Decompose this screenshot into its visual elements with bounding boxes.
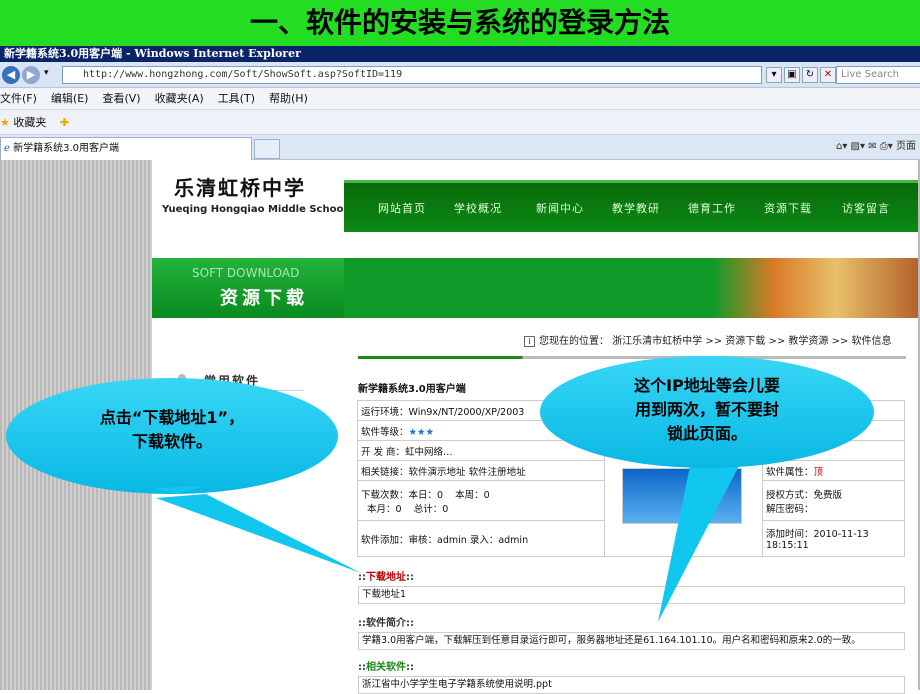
callout-left-line2: 下载软件。 [131,432,212,451]
callout-right-line3: 锁此页面。 [666,424,747,443]
breadcrumb: i 您现在的位置： 浙江乐清市虹桥中学 >> 资源下载 >> 教学资源 >> 软件… [524,332,892,347]
intro-label: 软件简介 [366,618,406,629]
callout-right-line1: 这个IP地址等会儿要 [634,376,780,395]
window-title: 新学籍系统3.0用客户端 - Windows Internet Explorer [0,46,920,62]
school-logo[interactable]: 乐清虹桥中学 [174,172,306,201]
nav-teaching[interactable]: 教学教研 [612,183,660,235]
chevron-down-icon[interactable]: ▾ [44,68,49,78]
menu-bar: 文件(F) 编辑(E) 查看(V) 收藏夹(A) 工具(T) 帮助(H) [0,88,920,110]
slide-title: 一、软件的安装与系统的登录方法 [0,0,920,46]
menu-file[interactable]: 文件(F) [0,92,37,105]
tab-label: 新学籍系统3.0用客户端 [13,143,120,154]
nav-download[interactable]: 资源下载 [764,183,812,235]
banner-english: SOFT DOWNLOAD [192,266,300,280]
menu-view[interactable]: 查看(V) [102,92,140,105]
banner-photo [712,258,918,318]
related-section: ::相关软件:: 浙江省中小学学生电子学籍系统使用说明.ppt [358,658,905,694]
home-icon[interactable]: ⌂▾ [836,141,847,152]
related-item[interactable]: 浙江省中小学学生电子学籍系统使用说明.ppt [358,676,905,694]
favorites-label[interactable]: 收藏夹 [13,116,46,129]
menu-help[interactable]: 帮助(H) [269,92,308,105]
favorites-bar: ★ 收藏夹 ✚ [0,110,920,135]
school-logo-english: Yueqing Hongqiao Middle School [162,204,347,215]
menu-tools[interactable]: 工具(T) [218,92,255,105]
back-icon[interactable]: ◀ [2,66,20,84]
new-tab-button[interactable] [254,139,280,159]
menu-favorites[interactable]: 收藏夹(A) [155,92,204,105]
banner-chinese: 资源下载 [220,288,308,309]
page-menu[interactable]: 页面 [896,141,916,152]
developer: 虹中网络… [405,446,453,458]
command-bar: ⌂▾ ▨▾ ✉ ⎙▾ 页面 [836,139,916,155]
nav-news[interactable]: 新闻中心 [536,183,584,235]
info-icon: i [524,336,535,347]
related-label: 相关软件 [366,662,406,673]
dropdown-icon[interactable]: ▾ [766,67,782,83]
compat-icon[interactable]: ▣ [784,67,800,83]
site-header: 乐清虹桥中学 Yueqing Hongqiao Middle School 网站… [152,160,918,232]
tab-bar: ℯ 新学籍系统3.0用客户端 ⌂▾ ▨▾ ✉ ⎙▾ 页面 [0,135,920,160]
tab-active[interactable]: ℯ 新学籍系统3.0用客户端 [0,137,252,160]
nav-guestbook[interactable]: 访客留言 [842,183,890,235]
print-icon[interactable]: ⎙▾ [880,141,893,152]
download-banner: SOFT DOWNLOAD 资源下载 [152,258,918,318]
site-nav: 网站首页 学校概况 新闻中心 教学教研 德育工作 资源下载 访客留言 [344,180,918,232]
add-favorite-icon[interactable]: ✚ [60,116,69,129]
register-link[interactable]: 软件注册地址 [469,467,526,478]
forward-icon[interactable]: ▶ [22,66,40,84]
ie-icon: ℯ [4,143,10,154]
callout-right-line2: 用到两次，暂不要封 [634,400,779,419]
stop-icon[interactable]: ✕ [820,67,836,83]
address-bar: ◀ ▶ ▾ http://www.hongzhong.com/Soft/Show… [0,62,920,88]
nav-moral[interactable]: 德育工作 [688,183,736,235]
rating-stars: ★★★ [408,426,435,438]
demo-link[interactable]: 软件演示地址 [409,467,466,478]
search-input[interactable]: Live Search [836,66,920,84]
refresh-icon[interactable]: ↻ [802,67,818,83]
nav-about[interactable]: 学校概况 [454,183,502,235]
feeds-icon[interactable]: ▨▾ [851,141,865,152]
mail-icon[interactable]: ✉ [868,141,876,152]
callout-left-line1: 点击“下载地址1”， [99,408,245,427]
callout-left: 点击“下载地址1”， 下载软件。 [6,378,361,573]
star-icon[interactable]: ★ [0,116,10,129]
menu-edit[interactable]: 编辑(E) [51,92,89,105]
nav-home[interactable]: 网站首页 [378,183,426,235]
callout-right: 这个IP地址等会儿要 用到两次，暂不要封 锁此页面。 [540,356,874,622]
banner-title-block: SOFT DOWNLOAD 资源下载 [152,258,344,318]
url-input[interactable]: http://www.hongzhong.com/Soft/ShowSoft.a… [62,66,762,84]
